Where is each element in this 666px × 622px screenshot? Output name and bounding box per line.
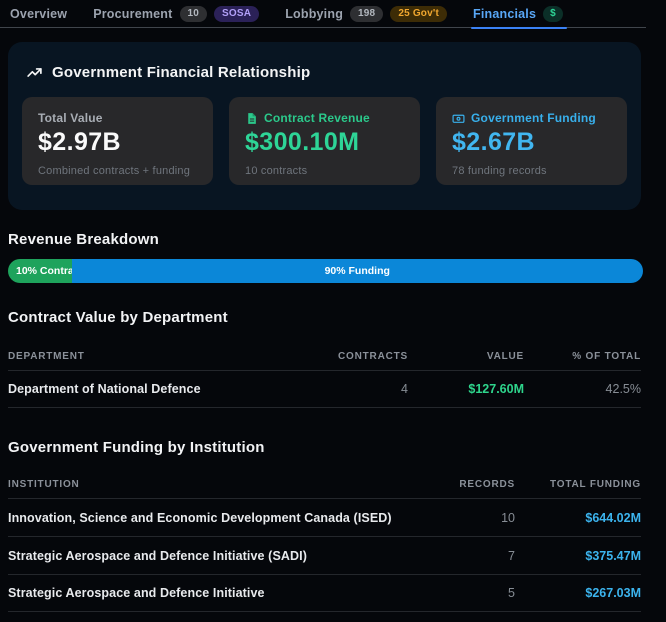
institution-name: Strategic Aerospace and Defence Initiati… <box>8 549 407 563</box>
funding-table-header: INSTITUTION RECORDS TOTAL FUNDING <box>8 470 641 498</box>
table-row[interactable]: Strategic Aerospace and Defence Initiati… <box>8 536 641 574</box>
contract-revenue-sub: 10 contracts <box>245 165 404 177</box>
records-count: 5 <box>407 586 515 600</box>
total-value-sub: Combined contracts + funding <box>38 165 197 177</box>
col-department: DEPARTMENT <box>8 351 290 362</box>
col-institution: INSTITUTION <box>8 479 407 490</box>
revenue-breakdown-title: Revenue Breakdown <box>8 231 159 248</box>
stats-row: Total Value $2.97B Combined contracts + … <box>22 97 627 185</box>
government-funding-label: Government Funding <box>471 111 596 125</box>
lobbying-count-badge: 198 <box>350 6 383 22</box>
tab-lobbying-label: Lobbying <box>285 7 343 21</box>
contract-revenue-label: Contract Revenue <box>264 111 370 125</box>
col-contracts: CONTRACTS <box>290 351 408 362</box>
stat-card-government-funding: Government Funding $2.67B 78 funding rec… <box>436 97 627 185</box>
total-value-label: Total Value <box>38 111 197 125</box>
document-icon <box>245 112 258 125</box>
dollar-badge: $ <box>543 6 563 22</box>
contract-value: $127.60M <box>408 382 524 396</box>
contracts-table-header: DEPARTMENT CONTRACTS VALUE % OF TOTAL <box>8 342 641 370</box>
col-records: RECORDS <box>407 479 515 490</box>
banknote-icon <box>452 112 465 125</box>
col-value: VALUE <box>408 351 524 362</box>
institution-name: Innovation, Science and Economic Develop… <box>8 511 407 525</box>
financial-relationship-card: Government Financial Relationship Total … <box>8 42 641 210</box>
tab-overview-label: Overview <box>10 7 67 21</box>
procurement-count-badge: 10 <box>180 6 208 22</box>
financial-card-header: Government Financial Relationship <box>8 42 641 81</box>
total-funding-value: $267.03M <box>515 586 641 600</box>
contracts-table-title: Contract Value by Department <box>8 309 228 326</box>
revenue-breakdown-bar: 10% Contracts 90% Funding <box>8 259 643 283</box>
contracts-count: 4 <box>290 382 408 396</box>
total-funding-value: $644.02M <box>515 511 641 525</box>
col-pct-of-total: % OF TOTAL <box>524 351 641 362</box>
pct-of-total: 42.5% <box>524 382 641 396</box>
table-row[interactable]: Department of National Defence 4 $127.60… <box>8 370 641 408</box>
table-row[interactable]: Strategic Aerospace and Defence Initiati… <box>8 574 641 612</box>
total-funding-value: $375.47M <box>515 549 641 563</box>
funding-segment-label: 90% Funding <box>325 265 390 277</box>
total-value-amount: $2.97B <box>38 128 197 157</box>
tab-lobbying[interactable]: Lobbying 198 25 Gov't <box>285 0 447 28</box>
records-count: 10 <box>407 511 515 525</box>
government-funding-amount: $2.67B <box>452 128 611 157</box>
institution-name: Strategic Aerospace and Defence Initiati… <box>8 586 407 600</box>
funding-bar-segment: 90% Funding <box>72 259 644 283</box>
govt-count-badge: 25 Gov't <box>390 6 447 22</box>
stat-card-total-value: Total Value $2.97B Combined contracts + … <box>22 97 213 185</box>
tab-bar: Overview Procurement 10 SOSA Lobbying 19… <box>0 0 646 28</box>
tab-financials-label: Financials <box>473 7 536 21</box>
stat-card-contract-revenue: Contract Revenue $300.10M 10 contracts <box>229 97 420 185</box>
funding-table-title: Government Funding by Institution <box>8 439 265 456</box>
trending-up-icon <box>26 64 43 81</box>
col-total-funding: TOTAL FUNDING <box>515 479 641 490</box>
financial-card-title: Government Financial Relationship <box>52 64 310 81</box>
government-funding-sub: 78 funding records <box>452 165 611 177</box>
tab-overview[interactable]: Overview <box>10 0 67 28</box>
table-row[interactable]: Innovation, Science and Economic Develop… <box>8 498 641 536</box>
sosa-badge: SOSA <box>214 6 259 22</box>
contracts-bar-segment: 10% Contracts <box>8 259 72 283</box>
contract-revenue-amount: $300.10M <box>245 128 404 157</box>
records-count: 7 <box>407 549 515 563</box>
tab-procurement[interactable]: Procurement 10 SOSA <box>93 0 259 28</box>
tab-procurement-label: Procurement <box>93 7 172 21</box>
funding-table: INSTITUTION RECORDS TOTAL FUNDING Innova… <box>8 470 641 612</box>
tab-financials[interactable]: Financials $ <box>473 0 563 28</box>
contracts-table: DEPARTMENT CONTRACTS VALUE % OF TOTAL De… <box>8 342 641 408</box>
department-name: Department of National Defence <box>8 382 290 396</box>
